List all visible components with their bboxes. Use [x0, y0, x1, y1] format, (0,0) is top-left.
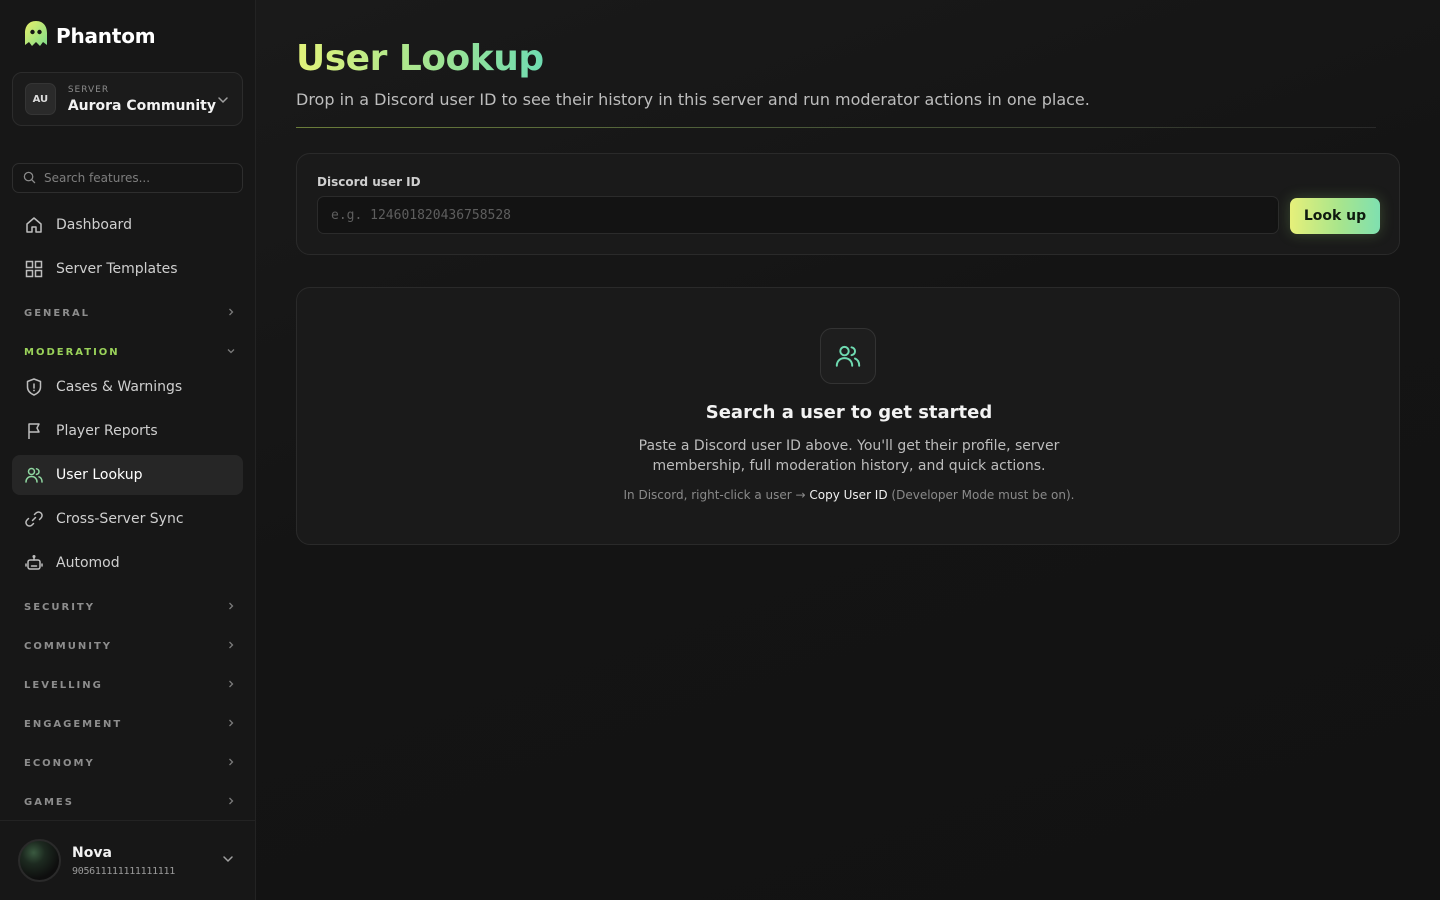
- section-label: COMMUNITY: [24, 640, 113, 652]
- search-input[interactable]: [44, 171, 224, 185]
- server-name: Aurora Community: [67, 97, 216, 114]
- lookup-card: Discord user ID Look up: [296, 153, 1400, 255]
- sidebar: Phantom AU SERVER Aurora Community Dashb…: [0, 0, 256, 900]
- search-icon: [23, 169, 36, 188]
- section-security[interactable]: SECURITY: [24, 599, 236, 615]
- nav-item-dashboard[interactable]: Dashboard: [12, 205, 243, 245]
- users-icon: [24, 465, 44, 485]
- chevron-down-icon: [226, 346, 236, 359]
- chevron-right-icon: [226, 679, 236, 692]
- user-account-menu[interactable]: Nova 905611111111111111: [0, 820, 255, 900]
- hint-copy-user-id: Copy User ID: [809, 488, 888, 502]
- section-label: LEVELLING: [24, 679, 103, 691]
- user-id-label: Discord user ID: [317, 175, 421, 189]
- chevron-right-icon: [226, 718, 236, 731]
- section-moderation[interactable]: MODERATION: [24, 344, 236, 360]
- users-icon: [820, 328, 876, 384]
- look-up-button[interactable]: Look up: [1290, 198, 1380, 234]
- nav-item-label: User Lookup: [56, 467, 143, 483]
- chevron-right-icon: [226, 307, 236, 320]
- section-community[interactable]: COMMUNITY: [24, 638, 236, 654]
- nav-item-label: Automod: [56, 555, 120, 571]
- section-label: ECONOMY: [24, 757, 95, 769]
- section-engagement[interactable]: ENGAGEMENT: [24, 716, 236, 732]
- nav-item-server-templates[interactable]: Server Templates: [12, 249, 243, 289]
- grid-icon: [24, 259, 44, 279]
- section-label: SECURITY: [24, 601, 95, 613]
- user-id-input[interactable]: [317, 196, 1279, 234]
- robot-icon: [24, 553, 44, 573]
- flag-icon: [24, 421, 44, 441]
- avatar: [18, 839, 61, 882]
- home-icon: [24, 215, 44, 235]
- empty-state-title: Search a user to get started: [705, 402, 993, 423]
- server-avatar: AU: [25, 83, 56, 115]
- chevron-down-icon: [216, 92, 230, 106]
- section-label: ENGAGEMENT: [24, 718, 123, 730]
- page-subtitle: Drop in a Discord user ID to see their h…: [296, 90, 1090, 109]
- section-general[interactable]: GENERAL: [24, 305, 236, 321]
- brand-name: Phantom: [56, 24, 156, 48]
- hint-prefix: In Discord, right-click a user →: [623, 488, 810, 502]
- nav-item-label: Server Templates: [56, 261, 178, 277]
- hint-suffix: (Developer Mode must be on).: [887, 488, 1075, 502]
- nav-item-label: Cases & Warnings: [56, 379, 183, 395]
- brand-logo[interactable]: Phantom: [22, 19, 156, 53]
- chevron-right-icon: [226, 640, 236, 653]
- server-selector[interactable]: AU SERVER Aurora Community: [12, 72, 243, 126]
- section-games[interactable]: GAMES: [24, 794, 236, 810]
- empty-state: Search a user to get started Paste a Dis…: [296, 287, 1400, 545]
- nav-item-player-reports[interactable]: Player Reports: [12, 411, 243, 451]
- feature-search: [12, 163, 243, 193]
- section-levelling[interactable]: LEVELLING: [24, 677, 236, 693]
- user-name: Nova: [72, 844, 112, 861]
- nav-item-label: Dashboard: [56, 217, 132, 233]
- nav-item-automod[interactable]: Automod: [12, 543, 243, 583]
- chevron-right-icon: [226, 796, 236, 809]
- section-economy[interactable]: ECONOMY: [24, 755, 236, 771]
- user-id: 905611111111111111: [72, 865, 175, 877]
- section-label: MODERATION: [24, 346, 120, 358]
- link-icon: [24, 509, 44, 529]
- ghost-logo-icon: [22, 19, 50, 53]
- section-label: GENERAL: [24, 307, 91, 319]
- main-content: User Lookup Drop in a Discord user ID to…: [256, 0, 1440, 900]
- empty-state-hint: In Discord, right-click a user → Copy Us…: [297, 488, 1401, 502]
- section-label: GAMES: [24, 796, 74, 808]
- server-label: SERVER: [67, 84, 110, 95]
- nav-item-cases-warnings[interactable]: Cases & Warnings: [12, 367, 243, 407]
- chevron-right-icon: [226, 757, 236, 770]
- empty-state-description: Paste a Discord user ID above. You'll ge…: [638, 438, 1060, 474]
- nav-item-label: Cross-Server Sync: [56, 511, 184, 527]
- nav-item-label: Player Reports: [56, 423, 158, 439]
- divider: [296, 127, 1376, 128]
- page-title: User Lookup: [296, 38, 544, 79]
- chevron-right-icon: [226, 601, 236, 614]
- chevron-down-icon: [221, 851, 235, 870]
- nav-item-cross-server-sync[interactable]: Cross-Server Sync: [12, 499, 243, 539]
- nav-item-user-lookup[interactable]: User Lookup: [12, 455, 243, 495]
- shield-icon: [24, 377, 44, 397]
